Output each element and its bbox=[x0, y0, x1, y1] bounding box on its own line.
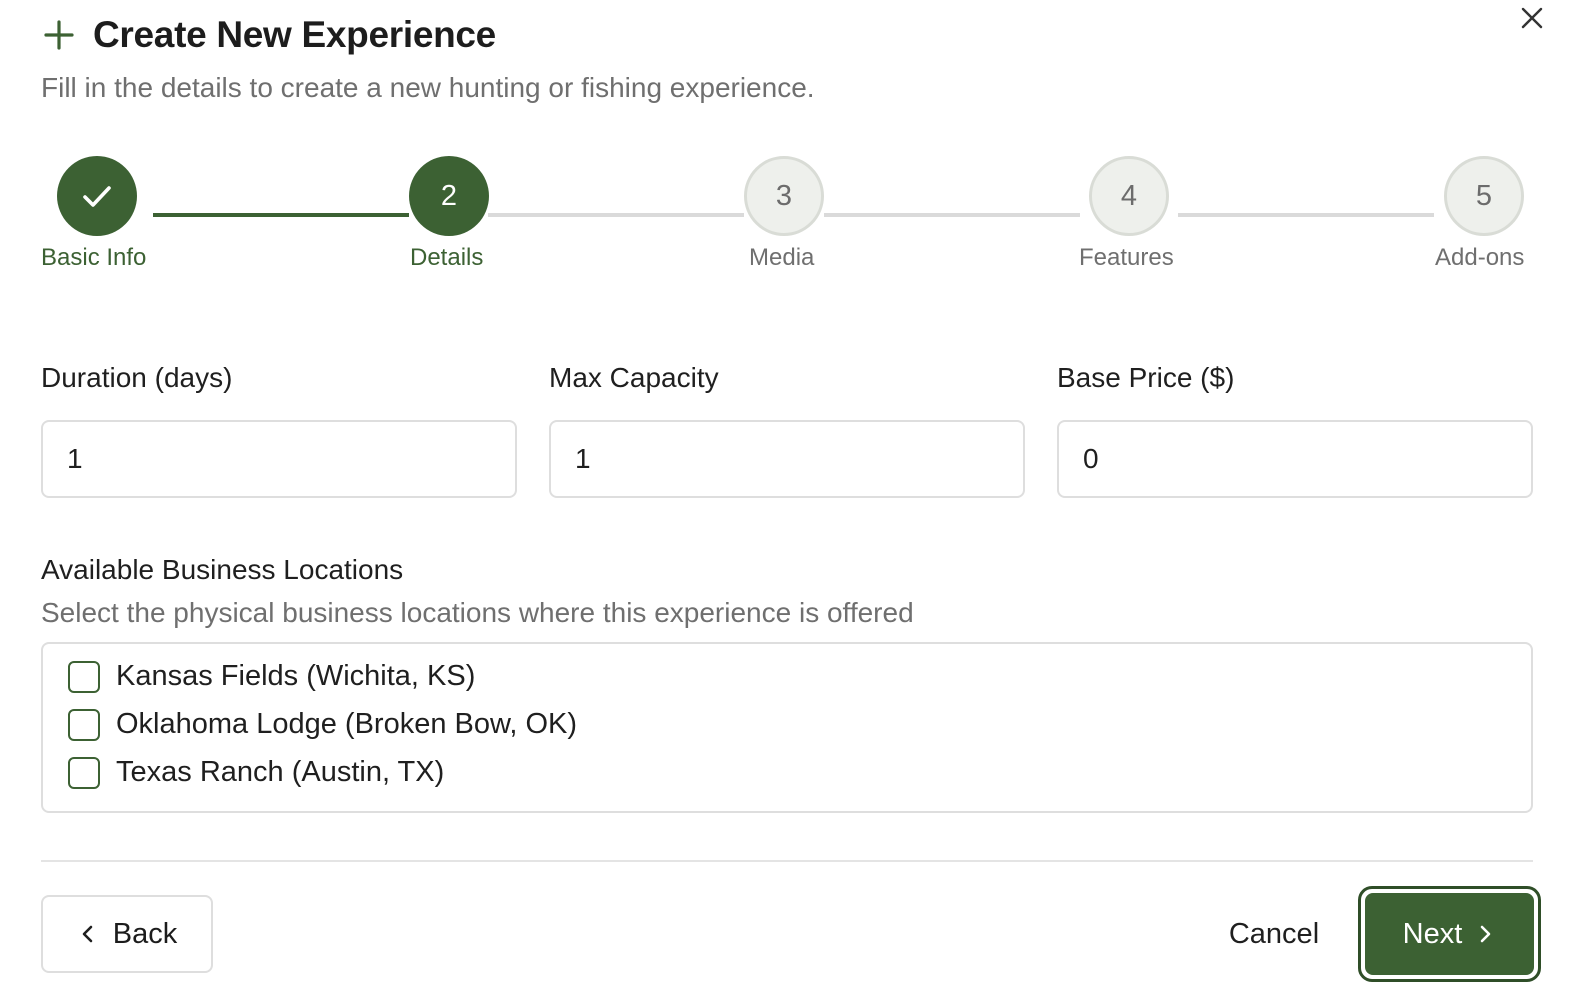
check-icon bbox=[83, 186, 111, 207]
step-label-basic-info: Basic Info bbox=[41, 244, 147, 271]
locations-help-text: Select the physical business locations w… bbox=[41, 597, 914, 628]
progress-stepper: Basic Info 2 Details 3 Media 4 Features … bbox=[0, 0, 1576, 300]
chevron-left-icon bbox=[82, 925, 93, 943]
step-label-add-ons: Add-ons bbox=[1435, 244, 1525, 271]
locations-title: Available Business Locations bbox=[41, 554, 404, 585]
location-option-kansas[interactable]: Kansas Fields (Wichita, KS) bbox=[68, 660, 475, 693]
step-number: 3 bbox=[775, 179, 793, 212]
step-number: 4 bbox=[1120, 179, 1138, 212]
step-label-features: Features bbox=[1079, 244, 1174, 271]
back-button-label: Back bbox=[112, 917, 178, 950]
step-5-add-ons[interactable]: 5 bbox=[1444, 156, 1524, 236]
step-connector-2 bbox=[488, 213, 744, 217]
chevron-right-icon bbox=[1481, 925, 1491, 943]
step-connector-3 bbox=[824, 213, 1080, 217]
locations-list: Kansas Fields (Wichita, KS) Oklahoma Lod… bbox=[41, 642, 1533, 813]
step-4-features[interactable]: 4 bbox=[1089, 156, 1169, 236]
create-experience-dialog: Create New Experience Fill in the detail… bbox=[0, 0, 1576, 1006]
step-3-media[interactable]: 3 bbox=[744, 156, 824, 236]
duration-label: Duration (days) bbox=[41, 362, 233, 393]
cancel-button[interactable]: Cancel bbox=[1206, 895, 1342, 973]
step-connector-1 bbox=[153, 213, 409, 217]
next-button-label: Next bbox=[1402, 917, 1463, 950]
base-price-label: Base Price ($) bbox=[1057, 362, 1235, 393]
location-checkbox[interactable] bbox=[68, 708, 100, 741]
max-capacity-input[interactable] bbox=[549, 420, 1025, 498]
step-label-media: Media bbox=[749, 244, 815, 271]
next-button-focus-ring: Next bbox=[1358, 886, 1541, 982]
step-number: 2 bbox=[440, 179, 458, 212]
location-checkbox[interactable] bbox=[68, 756, 100, 789]
location-label: Oklahoma Lodge (Broken Bow, OK) bbox=[116, 708, 578, 740]
location-option-texas[interactable]: Texas Ranch (Austin, TX) bbox=[68, 756, 444, 789]
base-price-input[interactable] bbox=[1057, 420, 1533, 498]
step-label-details: Details bbox=[410, 244, 484, 271]
back-button[interactable]: Back bbox=[41, 895, 213, 973]
next-button[interactable]: Next bbox=[1365, 893, 1534, 975]
step-2-details[interactable]: 2 bbox=[409, 156, 489, 236]
footer-divider bbox=[41, 860, 1533, 862]
max-capacity-label: Max Capacity bbox=[549, 362, 719, 393]
location-label: Texas Ranch (Austin, TX) bbox=[116, 756, 445, 788]
step-connector-4 bbox=[1178, 213, 1434, 217]
location-label: Kansas Fields (Wichita, KS) bbox=[116, 660, 476, 692]
step-number: 5 bbox=[1475, 179, 1493, 212]
step-1-basic-info[interactable] bbox=[57, 156, 137, 236]
cancel-button-label: Cancel bbox=[1228, 917, 1320, 950]
duration-input[interactable] bbox=[41, 420, 517, 498]
location-option-oklahoma[interactable]: Oklahoma Lodge (Broken Bow, OK) bbox=[68, 708, 577, 741]
location-checkbox[interactable] bbox=[68, 660, 100, 693]
